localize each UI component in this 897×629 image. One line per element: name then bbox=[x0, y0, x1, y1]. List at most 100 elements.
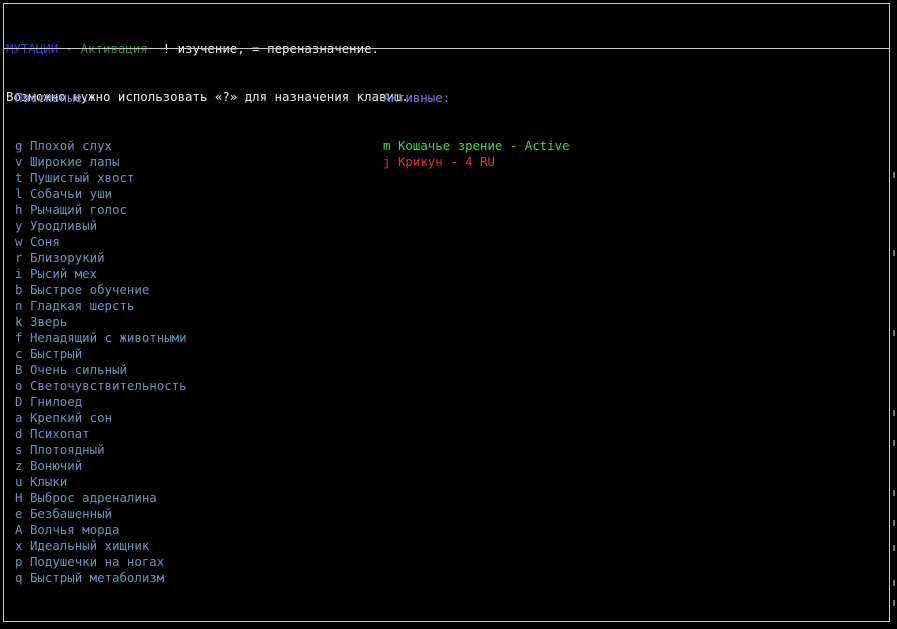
passive-mutation-item[interactable]: b Быстрое обучение bbox=[15, 282, 187, 298]
active-column: Активные: m Кошачье зрение - Active j Кри… bbox=[383, 58, 570, 186]
mutation-key: f bbox=[15, 330, 23, 345]
mutation-name: Выброс адреналина bbox=[29, 490, 157, 505]
mutation-name: Пушистый хвост bbox=[29, 170, 135, 185]
mutation-key: e bbox=[15, 506, 23, 521]
mutation-key: o bbox=[15, 378, 23, 393]
mutation-key: b bbox=[15, 282, 23, 297]
mutation-status: Active bbox=[524, 138, 570, 153]
mutation-name: Кошачье зрение bbox=[397, 138, 503, 153]
passive-title: Пассивные: bbox=[15, 90, 90, 105]
mutation-name: Быстрый bbox=[29, 346, 83, 361]
mutation-key: x bbox=[15, 538, 23, 553]
mutation-key: s bbox=[15, 442, 23, 457]
passive-column: Пассивные: g Плохой слух v Широкие лапы t … bbox=[15, 58, 187, 602]
mutation-key: c bbox=[15, 346, 23, 361]
passive-mutation-item[interactable]: f Неладящий с животными bbox=[15, 330, 187, 346]
mutation-name: Гладкая шерсть bbox=[29, 298, 135, 313]
passive-mutation-item[interactable]: y Уродливый bbox=[15, 218, 187, 234]
mutation-key: u bbox=[15, 474, 23, 489]
mutation-key: w bbox=[15, 234, 23, 249]
passive-mutation-item[interactable]: H Выброс адреналина bbox=[15, 490, 187, 506]
mutation-key: d bbox=[15, 426, 23, 441]
mutation-name: Плохой слух bbox=[29, 138, 112, 153]
mutation-name: Вонючий bbox=[29, 458, 83, 473]
passive-mutation-item[interactable]: a Крепкий сон bbox=[15, 410, 187, 426]
active-mutation-item[interactable]: m Кошачье зрение - Active bbox=[383, 138, 570, 154]
mutation-name: Рычащий голос bbox=[29, 202, 127, 217]
mutation-name: Рысий мех bbox=[29, 266, 98, 281]
passive-mutation-item[interactable]: x Идеальный хищник bbox=[15, 538, 187, 554]
edge-mark bbox=[893, 410, 895, 416]
mutation-name: Уродливый bbox=[29, 218, 98, 233]
mutation-key: p bbox=[15, 554, 23, 569]
edge-mark bbox=[893, 250, 895, 256]
mutation-key: D bbox=[15, 394, 23, 409]
passive-mutation-item[interactable]: k Зверь bbox=[15, 314, 187, 330]
passive-mutation-item[interactable]: l Собачьи уши bbox=[15, 186, 187, 202]
mutation-name: Собачьи уши bbox=[29, 186, 112, 201]
mutation-key: r bbox=[15, 250, 23, 265]
passive-mutation-item[interactable]: B Очень сильный bbox=[15, 362, 187, 378]
passive-mutation-item[interactable]: u Клыки bbox=[15, 474, 187, 490]
mutation-name: Зверь bbox=[29, 314, 68, 329]
edge-mark bbox=[893, 330, 895, 336]
mutation-name: Гнилоед bbox=[29, 394, 83, 409]
passive-mutation-item[interactable]: q Быстрый метаболизм bbox=[15, 570, 187, 586]
passive-mutation-item[interactable]: t Пушистый хвост bbox=[15, 170, 187, 186]
mutation-key: A bbox=[15, 522, 23, 537]
mutation-name: Очень сильный bbox=[29, 362, 127, 377]
mutation-name: Крикун bbox=[397, 154, 443, 169]
passive-mutation-item[interactable]: n Гладкая шерсть bbox=[15, 298, 187, 314]
active-title: Активные: bbox=[383, 90, 451, 105]
mutation-status: 4 RU bbox=[465, 154, 495, 169]
active-mutation-item[interactable]: j Крикун - 4 RU bbox=[383, 154, 570, 170]
passive-mutation-item[interactable]: i Рысий мех bbox=[15, 266, 187, 282]
passive-mutation-item[interactable]: c Быстрый bbox=[15, 346, 187, 362]
mutation-key: k bbox=[15, 314, 23, 329]
passive-list: g Плохой слух v Широкие лапы t Пушистый хв… bbox=[15, 138, 187, 586]
mutation-name: Крепкий сон bbox=[29, 410, 112, 425]
passive-mutation-item[interactable]: w Соня bbox=[15, 234, 187, 250]
header-divider bbox=[3, 48, 890, 49]
passive-mutation-item[interactable]: v Широкие лапы bbox=[15, 154, 187, 170]
mutation-key: z bbox=[15, 458, 23, 473]
mutation-key: v bbox=[15, 154, 23, 169]
mutation-name: Соня bbox=[29, 234, 60, 249]
passive-mutation-item[interactable]: D Гнилоед bbox=[15, 394, 187, 410]
header-line-1: МУТАЦИИ - Активация ! изучение, = перена… bbox=[6, 41, 409, 57]
mutation-name: Идеальный хищник bbox=[29, 538, 150, 553]
passive-mutation-item[interactable]: h Рычащий голос bbox=[15, 202, 187, 218]
passive-mutation-item[interactable]: p Подушечки на ногах bbox=[15, 554, 187, 570]
mutation-key: m bbox=[383, 138, 391, 153]
mutation-name: Неладящий с животными bbox=[29, 330, 187, 345]
passive-mutation-item[interactable]: r Близорукий bbox=[15, 250, 187, 266]
passive-mutation-item[interactable]: z Вонючий bbox=[15, 458, 187, 474]
mutation-key: n bbox=[15, 298, 23, 313]
mutation-key: i bbox=[15, 266, 23, 281]
mutation-key: H bbox=[15, 490, 23, 505]
mutation-key: g bbox=[15, 138, 23, 153]
mutation-key: a bbox=[15, 410, 23, 425]
edge-mark bbox=[893, 172, 895, 178]
passive-mutation-item[interactable]: s Плотоядный bbox=[15, 442, 187, 458]
edge-mark bbox=[893, 600, 895, 606]
mutation-name: Быстрый метаболизм bbox=[29, 570, 165, 585]
mutation-name: Быстрое обучение bbox=[29, 282, 150, 297]
mutation-name: Клыки bbox=[29, 474, 68, 489]
passive-mutation-item[interactable]: e Безбашенный bbox=[15, 506, 187, 522]
mutation-name: Светочувствительность bbox=[29, 378, 187, 393]
edge-mark bbox=[893, 440, 895, 446]
passive-mutation-item[interactable]: o Светочувствительность bbox=[15, 378, 187, 394]
active-list: m Кошачье зрение - Active j Крикун - 4 RU bbox=[383, 138, 570, 170]
edge-mark bbox=[893, 545, 895, 551]
passive-mutation-item[interactable]: d Психопат bbox=[15, 426, 187, 442]
edge-mark bbox=[893, 580, 895, 586]
passive-mutation-item[interactable]: g Плохой слух bbox=[15, 138, 187, 154]
edge-mark bbox=[893, 490, 895, 496]
mutation-key: y bbox=[15, 218, 23, 233]
mutation-name: Широкие лапы bbox=[29, 154, 120, 169]
mutation-key: t bbox=[15, 170, 23, 185]
mutation-name: Плотоядный bbox=[29, 442, 105, 457]
passive-mutation-item[interactable]: A Волчья морда bbox=[15, 522, 187, 538]
mutation-key: l bbox=[15, 186, 23, 201]
